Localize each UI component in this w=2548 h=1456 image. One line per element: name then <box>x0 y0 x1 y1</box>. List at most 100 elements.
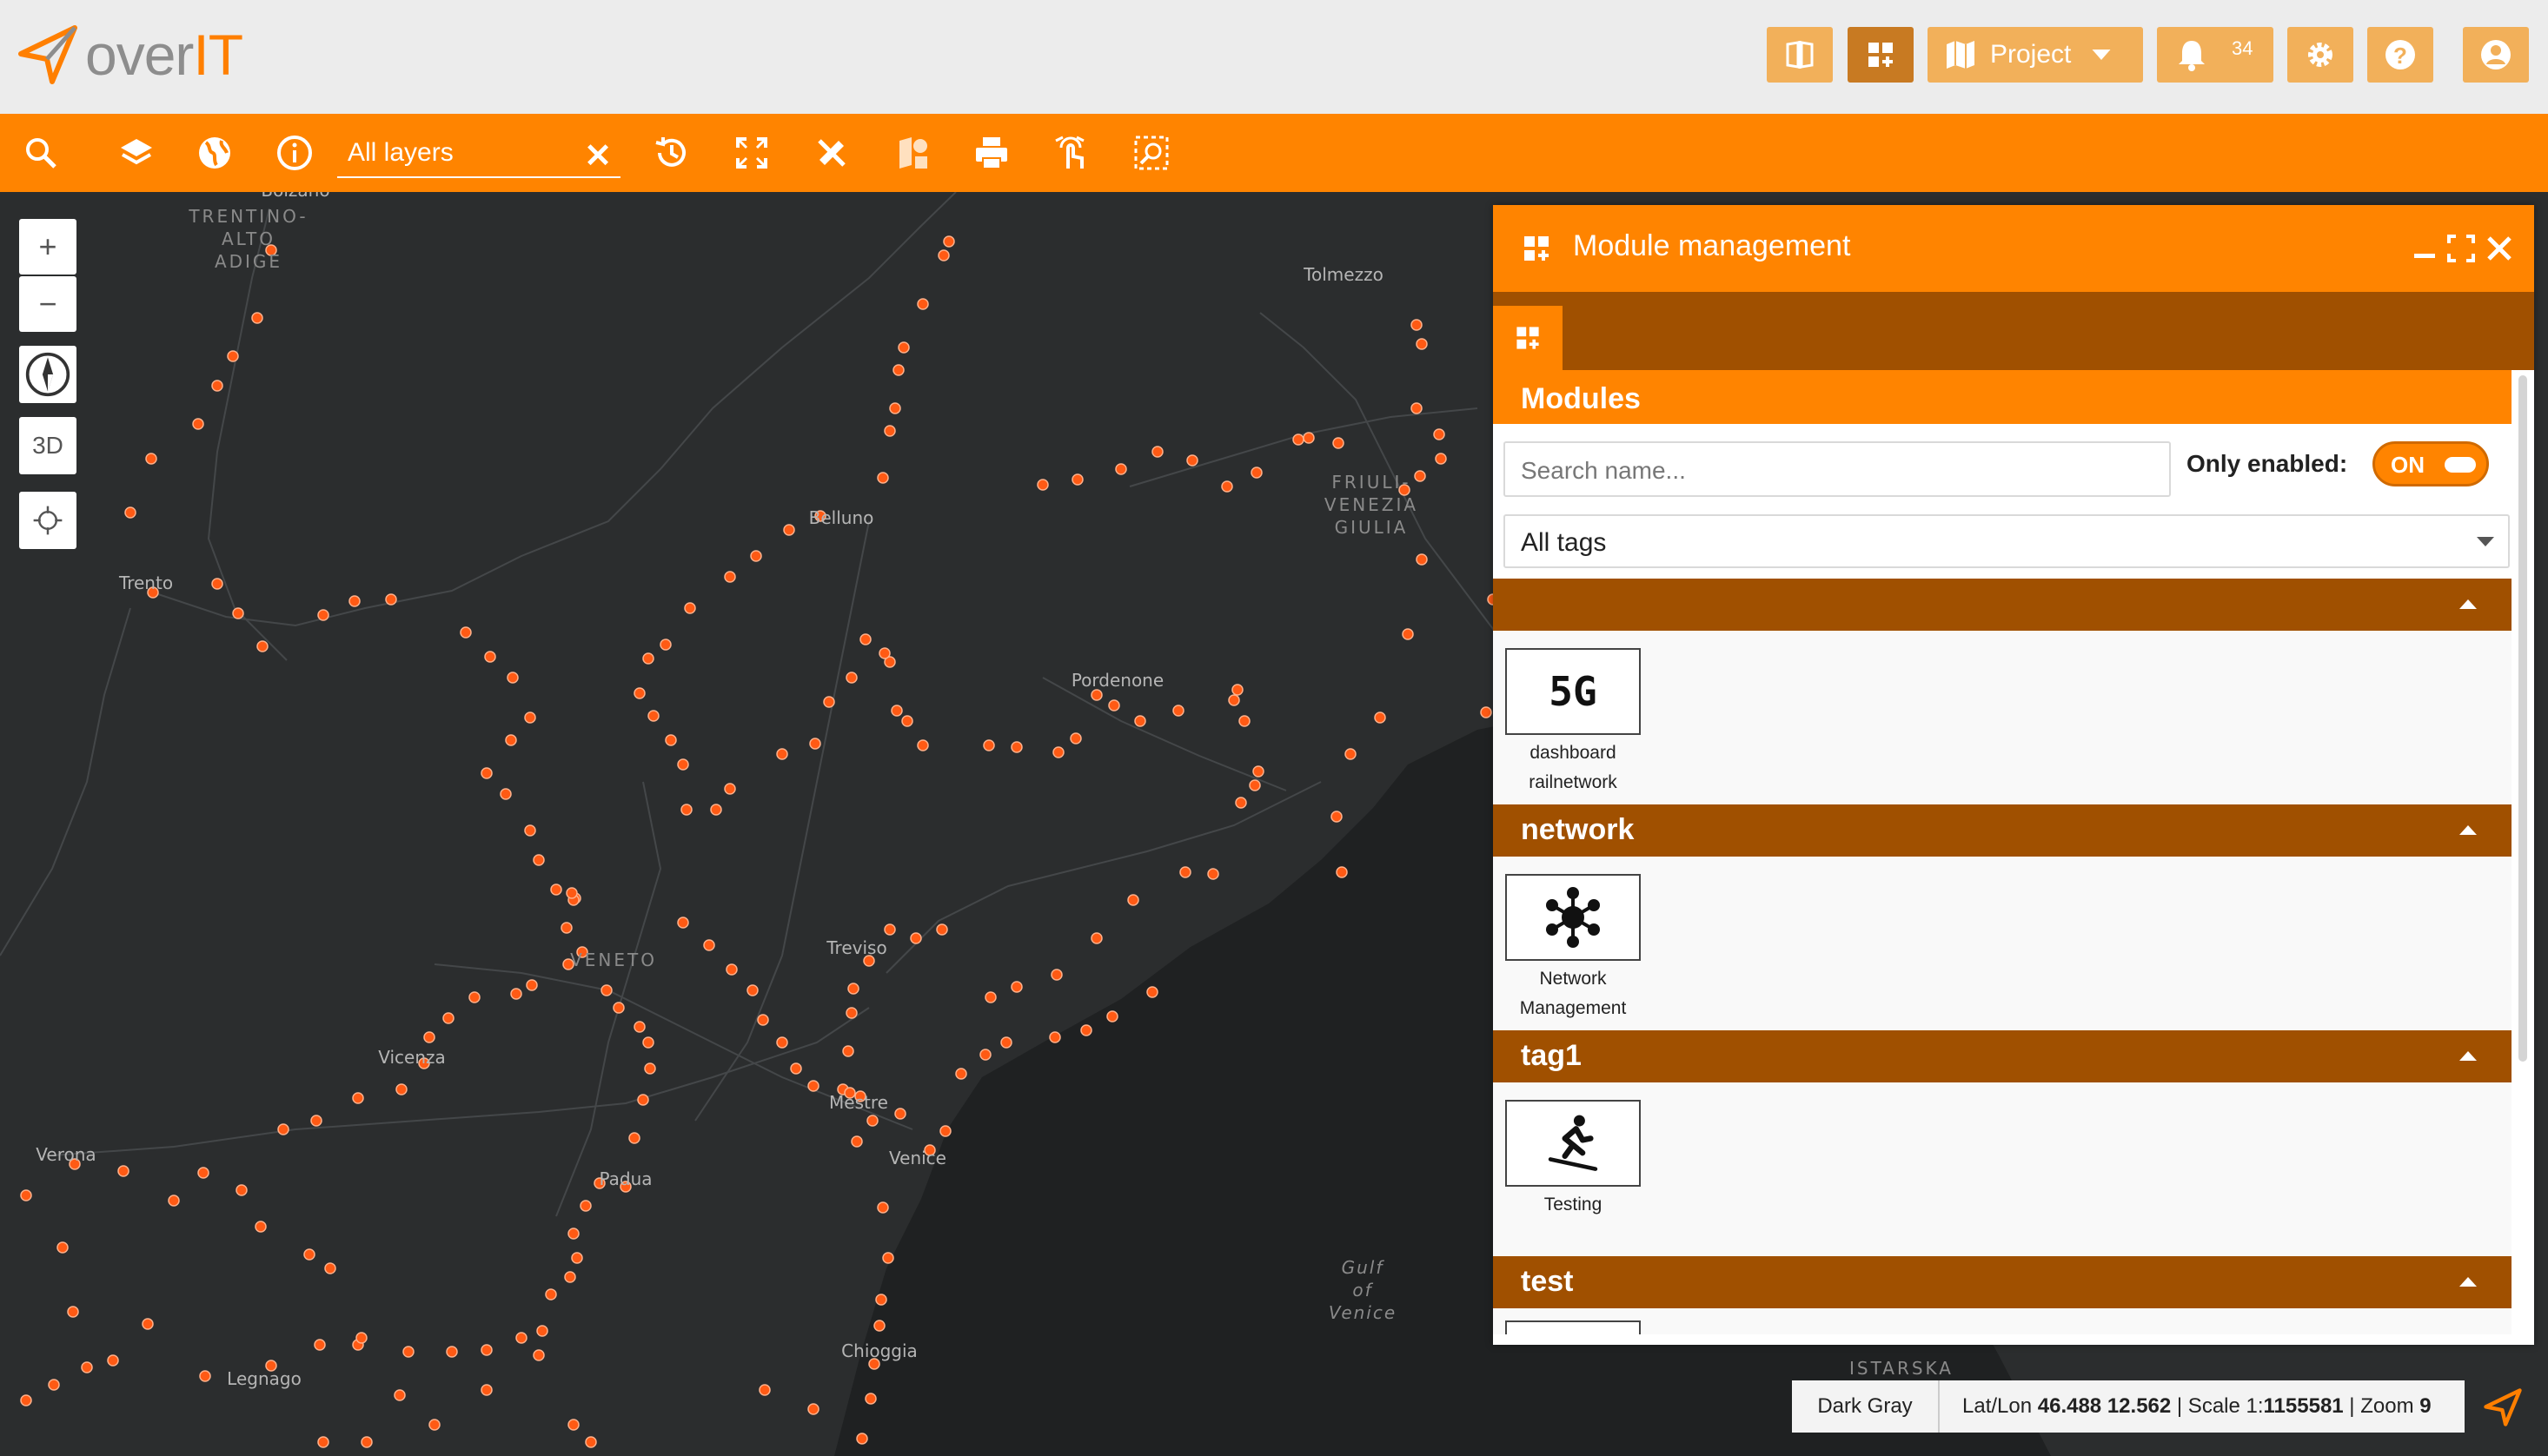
map-point[interactable] <box>1080 1024 1092 1036</box>
map-point[interactable] <box>1011 741 1023 753</box>
map-point[interactable] <box>1416 338 1428 350</box>
map-point[interactable] <box>724 783 736 795</box>
map-point[interactable] <box>1374 711 1386 724</box>
map-point[interactable] <box>1251 467 1263 479</box>
map-point[interactable] <box>442 1012 455 1024</box>
map-point[interactable] <box>1207 868 1219 880</box>
map-point[interactable] <box>428 1419 441 1431</box>
map-point[interactable] <box>873 1320 886 1332</box>
map-point[interactable] <box>601 984 613 996</box>
compass-button[interactable] <box>19 346 76 403</box>
map-point[interactable] <box>955 1068 967 1080</box>
map-point[interactable] <box>536 1325 548 1337</box>
map-point[interactable] <box>1070 732 1082 745</box>
only-enabled-toggle[interactable]: ON <box>2372 441 2489 486</box>
map-point[interactable] <box>642 652 654 665</box>
map-point[interactable] <box>1402 628 1414 640</box>
map-point[interactable] <box>875 1294 887 1306</box>
basemap-button[interactable] <box>193 131 236 175</box>
info-button[interactable] <box>273 131 316 175</box>
map-point[interactable] <box>361 1436 373 1448</box>
map-point[interactable] <box>199 1370 211 1382</box>
map-point[interactable] <box>1000 1036 1012 1049</box>
map-point[interactable] <box>1435 453 1447 465</box>
map-point[interactable] <box>917 298 929 310</box>
map-point[interactable] <box>20 1189 32 1201</box>
map-point[interactable] <box>1221 480 1233 493</box>
map-point[interactable] <box>637 1094 649 1106</box>
map-point[interactable] <box>1228 694 1240 706</box>
map-point[interactable] <box>142 1318 154 1330</box>
help-button[interactable]: ? <box>2367 27 2433 83</box>
map-point[interactable] <box>1106 1010 1118 1023</box>
select-features-button[interactable] <box>892 131 935 175</box>
map-point[interactable] <box>303 1248 315 1261</box>
map-point[interactable] <box>807 1403 819 1415</box>
map-point[interactable] <box>680 804 693 816</box>
map-point[interactable] <box>1480 706 1492 718</box>
scrollbar-thumb[interactable] <box>2518 375 2527 1062</box>
clear-filter-icon[interactable]: ✕ <box>584 136 612 175</box>
map-point[interactable] <box>1344 748 1357 760</box>
touch-button[interactable] <box>1050 131 1093 175</box>
map-point[interactable] <box>355 1332 368 1344</box>
map-point[interactable] <box>310 1115 322 1127</box>
map-point[interactable] <box>81 1361 93 1373</box>
map-point[interactable] <box>192 418 204 430</box>
measure-button[interactable] <box>810 131 853 175</box>
map-point[interactable] <box>856 1433 868 1445</box>
map-point[interactable] <box>468 991 481 1003</box>
notifications-button[interactable]: 34 <box>2157 27 2273 83</box>
map-point[interactable] <box>660 639 672 651</box>
map-point[interactable] <box>901 715 913 727</box>
map-point[interactable] <box>20 1394 32 1406</box>
map-point[interactable] <box>859 633 872 645</box>
map-point[interactable] <box>561 922 573 934</box>
map-point[interactable] <box>847 983 859 995</box>
map-point[interactable] <box>677 917 689 929</box>
map-point[interactable] <box>211 380 223 392</box>
map-point[interactable] <box>634 1021 646 1033</box>
map-point[interactable] <box>891 705 903 717</box>
map-point[interactable] <box>677 758 689 771</box>
map-point[interactable] <box>251 312 263 324</box>
map-point[interactable] <box>938 249 950 261</box>
map-point[interactable] <box>571 1252 583 1264</box>
map-point[interactable] <box>505 734 517 746</box>
map-point[interactable] <box>1186 454 1198 467</box>
map-point[interactable] <box>1051 969 1063 981</box>
map-point[interactable] <box>642 1036 654 1049</box>
map-point[interactable] <box>314 1339 326 1351</box>
map-point[interactable] <box>277 1123 289 1135</box>
map-point[interactable] <box>710 804 722 816</box>
group-header[interactable]: tag1 <box>1493 1030 2512 1082</box>
map-point[interactable] <box>684 602 696 614</box>
map-point[interactable] <box>145 453 157 465</box>
map-point[interactable] <box>865 1393 877 1405</box>
map-point[interactable] <box>317 1436 329 1448</box>
map-point[interactable] <box>460 626 472 639</box>
map-point[interactable] <box>939 1125 952 1137</box>
map-point[interactable] <box>846 672 858 684</box>
map-point[interactable] <box>533 1349 545 1361</box>
map-point[interactable] <box>1416 553 1428 566</box>
map-point[interactable] <box>842 1045 854 1057</box>
map-point[interactable] <box>348 595 361 607</box>
project-dropdown-button[interactable]: Project <box>1928 27 2143 83</box>
panel-scrollbar[interactable] <box>2517 375 2529 1335</box>
map-point[interactable] <box>724 571 736 583</box>
map-point[interactable] <box>500 788 512 800</box>
map-point[interactable] <box>232 607 244 619</box>
map-point[interactable] <box>866 1115 879 1127</box>
map-point[interactable] <box>324 1262 336 1274</box>
map-point[interactable] <box>124 506 136 519</box>
map-point[interactable] <box>1127 894 1139 906</box>
map-point[interactable] <box>1134 715 1146 727</box>
zoom-out-button[interactable]: − <box>19 276 76 332</box>
module-item[interactable] <box>1505 1320 1641 1334</box>
map-point[interactable] <box>884 425 896 437</box>
map-point[interactable] <box>385 593 397 606</box>
map-point[interactable] <box>566 887 578 899</box>
map-point[interactable] <box>1011 981 1023 993</box>
map-point[interactable] <box>884 923 896 936</box>
